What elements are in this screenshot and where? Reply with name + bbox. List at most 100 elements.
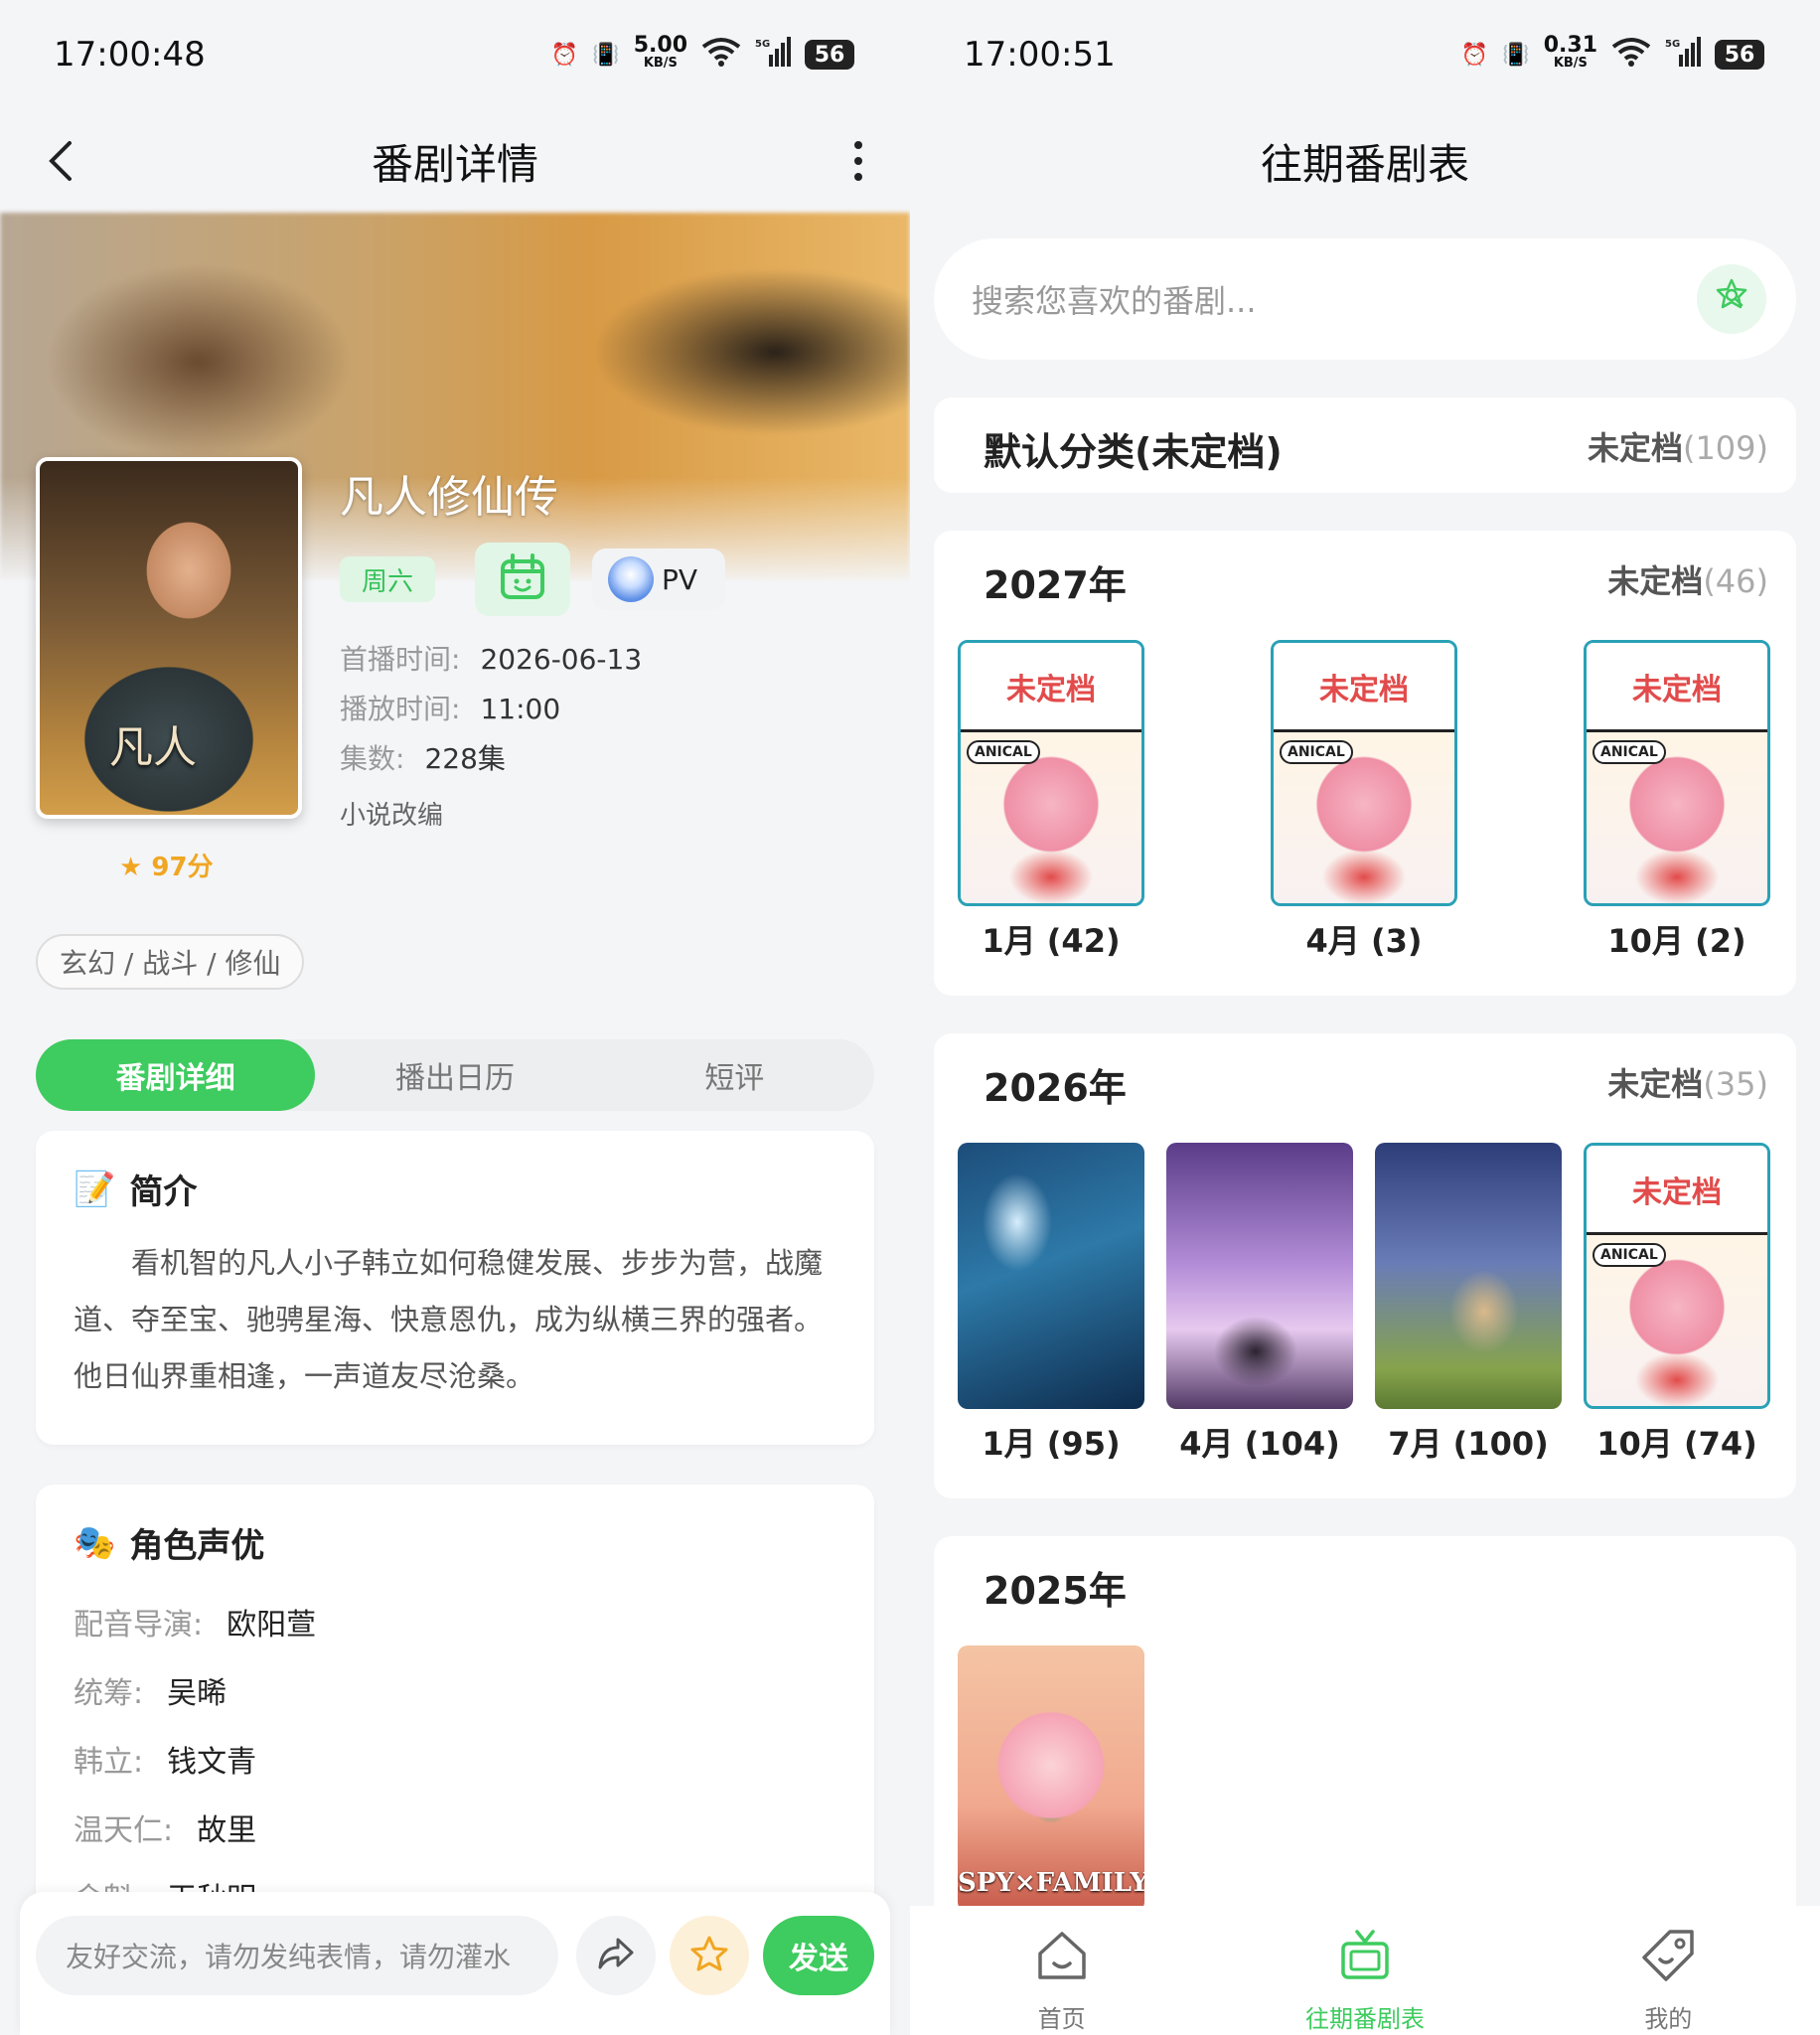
show-poster[interactable]: 凡人 <box>36 457 302 819</box>
year-title: 2027年 <box>984 563 1127 607</box>
tab-calendar[interactable]: 播出日历 <box>315 1039 594 1111</box>
airtime-row: 播放时间: 11:00 <box>340 693 561 725</box>
home-icon <box>1032 1926 1092 1991</box>
battery-icon: 56 <box>805 40 854 70</box>
search-icon <box>1712 275 1751 323</box>
tv-icon <box>1335 1926 1395 1991</box>
status-bar: 17:00:51 ⏰ 📳 0.31 KB/S 5G 56 <box>910 0 1820 109</box>
default-category-card[interactable]: 默认分类(未定档) 未定档(109) <box>934 397 1796 493</box>
wifi-icon <box>1611 37 1651 73</box>
status-bar: 17:00:48 ⏰ 📳 5.00 KB/S 5G 56 <box>0 0 910 109</box>
season-poster[interactable] <box>1166 1143 1353 1409</box>
airing-day-badge: 周六 <box>340 556 435 602</box>
episodes-row: 集数: 228集 <box>340 742 506 775</box>
page-title: 往期番剧表 <box>1260 139 1469 189</box>
status-icons: ⏰ 📳 0.31 KB/S 5G 56 <box>1460 33 1764 73</box>
genre-tag: 玄幻 / 战斗 / 修仙 <box>36 934 305 990</box>
comment-input[interactable]: 友好交流，请勿发纯表情，请勿灌水 <box>36 1916 558 1995</box>
cast-card: 🎭 角色声优 配音导演:欧阳萱 统筹:吴晞 韩立:钱文青 温天仁:故里 金魁:王… <box>36 1485 874 1961</box>
nav-bar: 番剧详情 <box>0 109 910 213</box>
share-button[interactable] <box>576 1916 656 1995</box>
year-card-2027: 2027年 未定档(46) 未定档 ANICAL 1月 (42) 未定档 ANICA… <box>934 531 1796 996</box>
tag-icon <box>1638 1926 1698 1991</box>
network-speed: 5.00 KB/S <box>633 33 687 72</box>
svg-text:5G: 5G <box>755 39 770 50</box>
pv-mascot-icon <box>608 556 654 602</box>
season-label[interactable]: 4月 (3) <box>1271 916 1457 962</box>
year-count[interactable]: 未定档(35) <box>1607 1059 1768 1105</box>
cast-title: 🎭 角色声优 <box>74 1522 265 1567</box>
battery-icon: 56 <box>1715 40 1764 70</box>
search-placeholder: 搜索您喜欢的番剧... <box>972 282 1257 320</box>
cast-row: 配音导演: 欧阳萱 <box>74 1607 317 1643</box>
season-poster[interactable]: 未定档 ANICAL <box>1584 1143 1770 1409</box>
pv-label: PV <box>662 562 698 596</box>
premiere-row: 首播时间: 2026-06-13 <box>340 643 643 676</box>
favorite-button[interactable] <box>670 1916 749 1995</box>
wifi-icon <box>701 37 741 73</box>
add-to-calendar-button[interactable] <box>475 543 570 616</box>
poster-title: 凡人 <box>109 722 197 773</box>
status-time: 17:00:51 <box>964 35 1116 75</box>
search-input[interactable]: 搜索您喜欢的番剧... <box>934 238 1796 360</box>
archive-screen: 17:00:51 ⏰ 📳 0.31 KB/S 5G 56 往期番剧表 搜索您喜欢的… <box>910 0 1820 2035</box>
year-card-2026: 2026年 未定档(35) 1月 (95) 4月 (104) 7月 (100) … <box>934 1033 1796 1498</box>
intro-card: 📝 简介 看机智的凡人小子韩立如何稳健发展、步步为营，战魔道、夺至宝、驰骋星海、… <box>36 1131 874 1445</box>
cast-row: 温天仁: 故里 <box>74 1812 257 1848</box>
back-icon[interactable] <box>36 133 91 189</box>
nav-bar: 往期番剧表 <box>910 109 1820 213</box>
season-label[interactable]: 1月 (95) <box>958 1419 1144 1465</box>
season-label[interactable]: 7月 (100) <box>1375 1419 1562 1465</box>
season-label[interactable]: 1月 (42) <box>958 916 1144 962</box>
season-poster[interactable]: 未定档 ANICAL <box>1584 640 1770 906</box>
season-label[interactable]: 4月 (104) <box>1166 1419 1353 1465</box>
tab-details[interactable]: 番剧详细 <box>36 1039 316 1111</box>
intro-title: 📝 简介 <box>74 1169 198 1213</box>
alarm-icon: ⏰ <box>550 42 579 68</box>
season-poster[interactable]: SPY×FAMILY <box>958 1645 1144 1912</box>
year-title: 2025年 <box>984 1569 1127 1613</box>
send-button[interactable]: 发送 <box>763 1916 874 1995</box>
poster-title: SPY×FAMILY <box>958 1868 1144 1898</box>
cast-row: 统筹: 吴晞 <box>74 1675 228 1711</box>
season-label[interactable]: 10月 (74) <box>1584 1419 1770 1465</box>
show-title: 凡人修仙传 <box>340 472 558 523</box>
calendar-icon <box>497 551 548 607</box>
season-poster[interactable]: 未定档 ANICAL <box>1271 640 1457 906</box>
alarm-icon: ⏰ <box>1460 42 1489 68</box>
tab-archive[interactable]: 往期番剧表 <box>1213 1906 1516 2035</box>
share-icon <box>594 1932 638 1979</box>
year-count[interactable]: 未定档(46) <box>1607 556 1768 602</box>
default-category-title: 默认分类(未定档) <box>984 430 1283 474</box>
status-time: 17:00:48 <box>54 35 206 75</box>
cast-row: 韩立: 钱文青 <box>74 1744 257 1780</box>
search-button[interactable] <box>1697 264 1766 334</box>
tab-reviews[interactable]: 短评 <box>595 1039 874 1111</box>
detail-tabs: 番剧详细 播出日历 短评 <box>36 1039 874 1111</box>
vibrate-icon: 📳 <box>592 42 620 68</box>
svg-text:5G: 5G <box>1665 39 1680 50</box>
theater-masks-icon: 🎭 <box>74 1522 116 1563</box>
star-icon <box>689 1934 729 1977</box>
tab-profile[interactable]: 我的 <box>1517 1906 1820 2035</box>
page-title: 番剧详情 <box>371 139 538 189</box>
season-label[interactable]: 10月 (2) <box>1584 916 1770 962</box>
rating: ★ 97分 <box>119 853 214 882</box>
season-poster[interactable]: 未定档 ANICAL <box>958 640 1144 906</box>
detail-screen: 17:00:48 ⏰ 📳 5.00 KB/S 5G 56 番剧详情 凡人 ★ 9… <box>0 0 910 2035</box>
season-poster[interactable] <box>958 1143 1144 1409</box>
pv-button[interactable]: PV <box>592 548 725 610</box>
status-icons: ⏰ 📳 5.00 KB/S 5G 56 <box>550 33 854 73</box>
network-speed: 0.31 KB/S <box>1543 33 1597 72</box>
default-category-count: 未定档(109) <box>1587 429 1768 467</box>
vibrate-icon: 📳 <box>1502 42 1530 68</box>
source-label: 小说改编 <box>340 801 444 831</box>
year-card-2025: 2025年 SPY×FAMILY <box>934 1536 1796 1954</box>
more-icon[interactable] <box>846 137 870 185</box>
comment-bar: 友好交流，请勿发纯表情，请勿灌水 发送 <box>20 1892 890 2035</box>
bottom-tab-bar: 首页 往期番剧表 我的 <box>910 1906 1820 2035</box>
signal-icon: 5G <box>1665 37 1701 73</box>
intro-text: 看机智的凡人小子韩立如何稳健发展、步步为营，战魔道、夺至宝、驰骋星海、快意恩仇，… <box>74 1246 824 1393</box>
season-poster[interactable] <box>1375 1143 1562 1409</box>
tab-home[interactable]: 首页 <box>910 1906 1213 2035</box>
